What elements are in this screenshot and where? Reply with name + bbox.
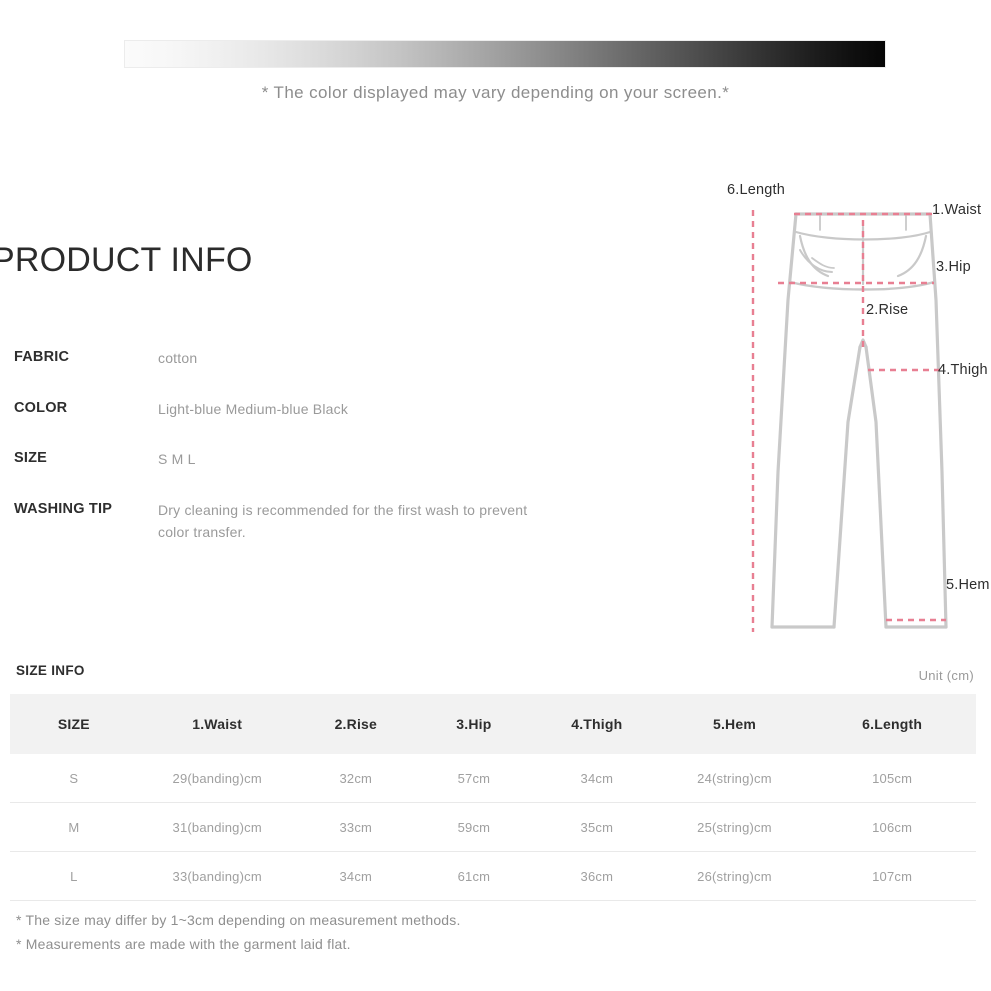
cell-hem: 24(string)cm [660,754,809,803]
header-size: SIZE [10,694,138,754]
pants-measurement-diagram: 6.Length 1.Waist 3.Hip 2.Rise 4.Thigh 5.… [700,172,991,642]
cell-length: 107cm [808,851,976,901]
diagram-label-length: 6.Length [727,182,786,198]
size-table-body: S 29(banding)cm 32cm 57cm 34cm 24(string… [10,754,976,901]
footnote-laid-flat: * Measurements are made with the garment… [16,936,351,953]
table-row: M 31(banding)cm 33cm 59cm 35cm 25(string… [10,802,976,852]
cell-waist: 29(banding)cm [137,754,297,803]
product-info-title: PRODUCT INFO [0,241,253,279]
cell-thigh: 35cm [532,802,661,852]
footnote-measurement-tolerance: * The size may differ by 1~3cm depending… [16,912,461,928]
cell-size: S [10,754,138,803]
spec-label-fabric: FABRIC [14,349,70,365]
size-info-table: SIZE 1.Waist 2.Rise 3.Hip 4.Thigh 5.Hem … [10,694,976,901]
cell-size: M [10,802,138,852]
cell-length: 106cm [808,802,976,852]
cell-rise: 34cm [296,851,415,901]
spec-row-washing-tip: WASHING TIP Dry cleaning is recommended … [14,500,574,543]
table-header-row: SIZE 1.Waist 2.Rise 3.Hip 4.Thigh 5.Hem … [10,694,976,754]
pants-illustration-svg [751,210,948,632]
spec-value-washing-tip: Dry cleaning is recommended for the firs… [158,502,528,540]
spec-row-color: COLOR Light-blue Medium-blue Black [14,399,574,421]
table-row: S 29(banding)cm 32cm 57cm 34cm 24(string… [10,754,976,803]
diagram-label-hem: 5.Hem [946,577,990,593]
header-hip: 3.Hip [414,694,533,754]
cell-waist: 33(banding)cm [137,851,297,901]
product-spec-list: FABRIC cotton COLOR Light-blue Medium-bl… [14,348,574,572]
cell-length: 105cm [808,754,976,803]
cell-hip: 61cm [414,851,533,901]
size-table-header: SIZE 1.Waist 2.Rise 3.Hip 4.Thigh 5.Hem … [10,694,976,754]
diagram-label-thigh: 4.Thigh [938,362,988,378]
size-info-title: SIZE INFO [16,663,85,678]
spec-label-color: COLOR [14,399,68,416]
cell-size: L [10,851,138,901]
spec-row-size: SIZE S M L [14,449,574,471]
spec-value-fabric: cotton [158,350,198,366]
spec-value-size: S M L [158,451,196,468]
color-gradient [125,41,885,67]
diagram-label-rise: 2.Rise [866,302,909,318]
pants-outline [770,212,948,629]
cell-thigh: 36cm [532,851,661,901]
spec-value-color: Light-blue Medium-blue Black [158,400,349,417]
header-thigh: 4.Thigh [532,694,661,754]
header-length: 6.Length [808,694,976,754]
cell-rise: 33cm [296,802,415,852]
color-swatch-bar [125,41,885,67]
spec-row-fabric: FABRIC cotton [14,348,574,370]
table-row: L 33(banding)cm 34cm 61cm 36cm 26(string… [10,851,976,901]
spec-label-size: SIZE [14,450,48,467]
color-disclaimer-text: * The color displayed may vary depending… [261,83,730,102]
diagram-label-hip: 3.Hip [936,259,971,275]
diagram-label-waist: 1.Waist [932,202,982,218]
cell-hip: 59cm [414,802,533,852]
cell-waist: 31(banding)cm [137,802,297,852]
header-waist: 1.Waist [137,694,297,754]
cell-hip: 57cm [414,754,533,803]
cell-rise: 32cm [296,754,415,803]
cell-hem: 26(string)cm [660,851,809,901]
cell-hem: 25(string)cm [660,802,809,852]
size-info-unit-label: Unit (cm) [918,668,974,683]
cell-thigh: 34cm [532,754,661,803]
size-info-footnotes: * The size may differ by 1~3cm depending… [16,908,461,956]
header-rise: 2.Rise [296,694,415,754]
spec-label-washing-tip: WASHING TIP [14,501,113,518]
header-hem: 5.Hem [660,694,809,754]
